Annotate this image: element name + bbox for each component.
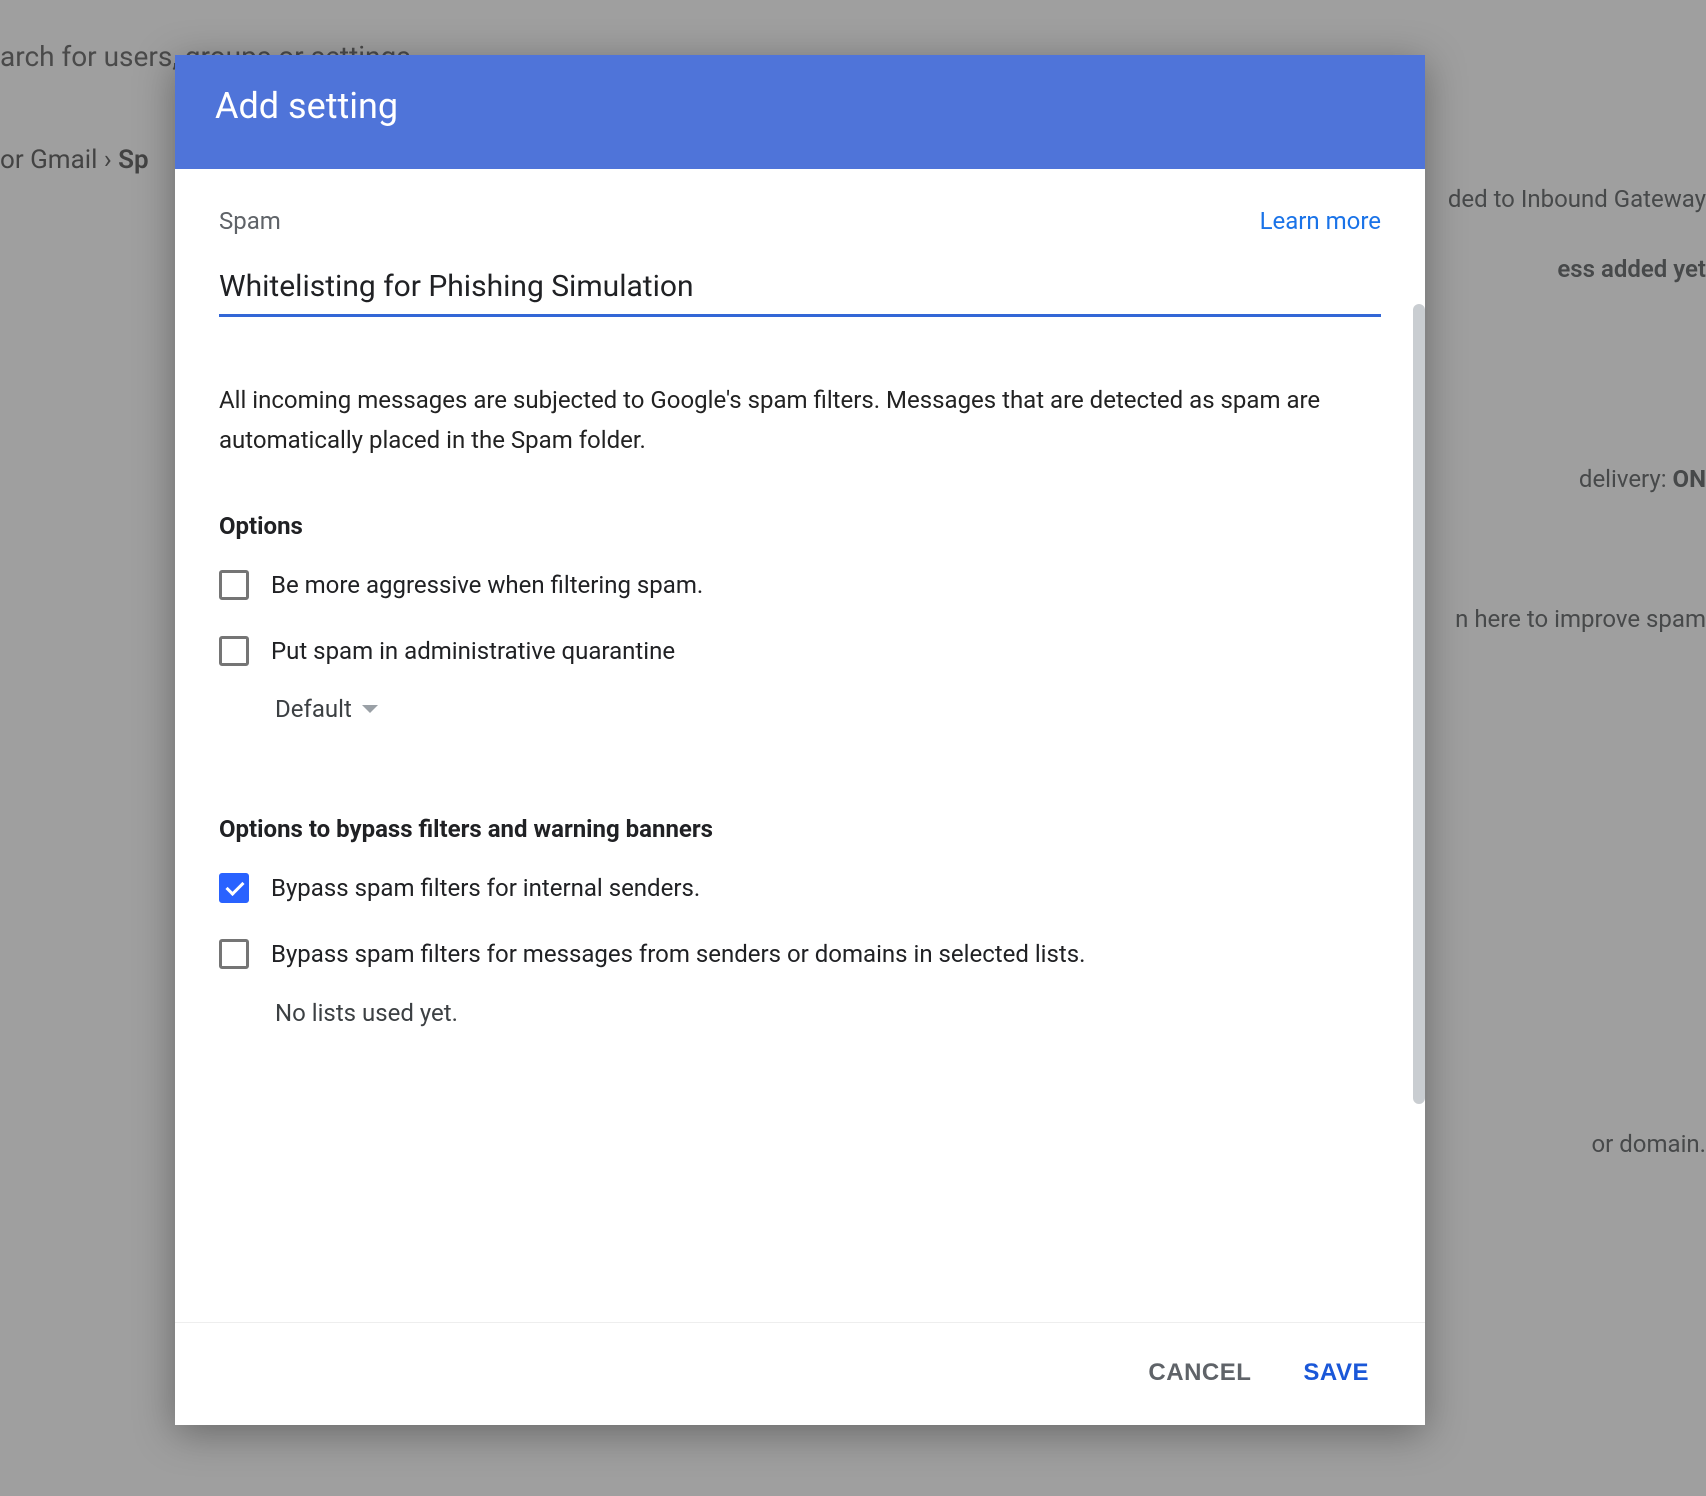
checkbox-bypass-lists[interactable]	[219, 939, 249, 969]
checkbox-aggressive[interactable]	[219, 570, 249, 600]
modal-title: Add setting	[175, 55, 1425, 169]
option-aggressive-label: Be more aggressive when filtering spam.	[271, 571, 703, 599]
learn-more-link[interactable]: Learn more	[1260, 207, 1381, 235]
option-bypass-internal[interactable]: Bypass spam filters for internal senders…	[219, 873, 1381, 903]
add-setting-modal: Add setting Spam Learn more All incoming…	[175, 55, 1425, 1425]
option-admin-quarantine[interactable]: Put spam in administrative quarantine	[219, 636, 1381, 666]
checkbox-bypass-internal[interactable]	[219, 873, 249, 903]
checkbox-quarantine[interactable]	[219, 636, 249, 666]
cancel-button[interactable]: CANCEL	[1144, 1351, 1255, 1395]
dropdown-selected: Default	[275, 695, 352, 723]
modal-body: Spam Learn more All incoming messages ar…	[175, 169, 1425, 1322]
spam-description: All incoming messages are subjected to G…	[219, 381, 1381, 460]
options-heading: Options	[219, 512, 1381, 540]
option-bypass-internal-label: Bypass spam filters for internal senders…	[271, 874, 700, 902]
scrollbar-thumb[interactable]	[1413, 304, 1425, 1104]
option-bypass-lists-label: Bypass spam filters for messages from se…	[271, 940, 1085, 968]
category-label: Spam	[219, 207, 281, 235]
option-bypass-lists[interactable]: Bypass spam filters for messages from se…	[219, 939, 1381, 969]
save-button[interactable]: SAVE	[1299, 1351, 1373, 1395]
setting-name-input[interactable]	[219, 263, 1381, 317]
chevron-down-icon	[362, 705, 378, 713]
option-quarantine-label: Put spam in administrative quarantine	[271, 637, 675, 665]
modal-footer: CANCEL SAVE	[175, 1322, 1425, 1425]
no-lists-text: No lists used yet.	[275, 999, 1381, 1027]
option-aggressive-spam[interactable]: Be more aggressive when filtering spam.	[219, 570, 1381, 600]
quarantine-dropdown[interactable]: Default	[275, 695, 378, 723]
bypass-heading: Options to bypass filters and warning ba…	[219, 815, 1381, 843]
